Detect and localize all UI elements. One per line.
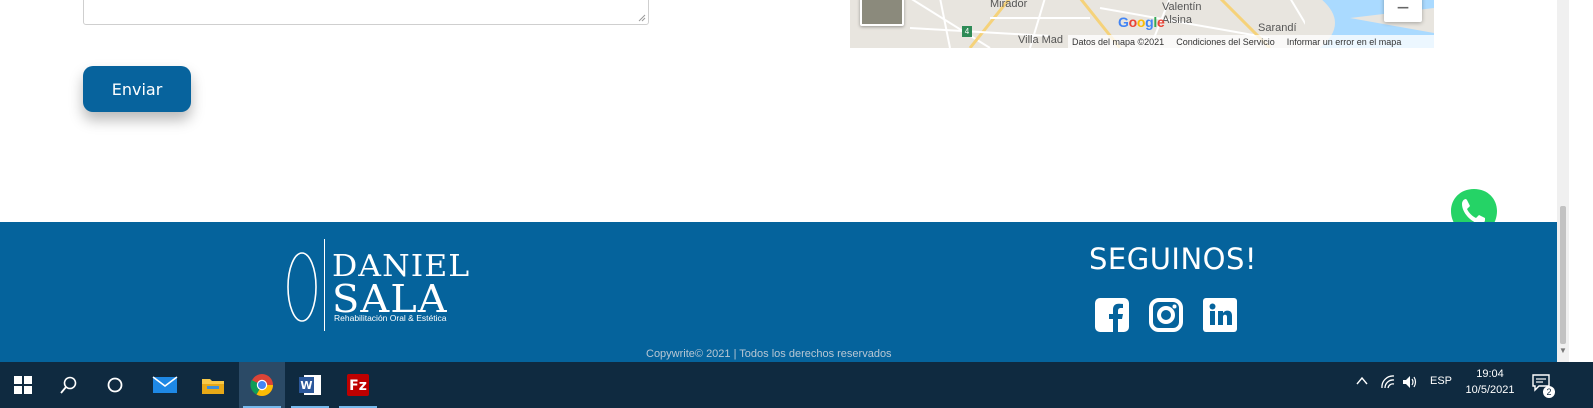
logo-subtitle: Rehabilitación Oral & Estética bbox=[334, 313, 447, 323]
clock-time: 19:04 bbox=[1476, 368, 1504, 380]
cortana-button[interactable] bbox=[92, 362, 138, 408]
route-badge: 4 bbox=[962, 26, 972, 37]
map-report-link[interactable]: Informar un error en el mapa bbox=[1287, 37, 1402, 47]
follow-us-title: SEGUINOS! bbox=[1089, 242, 1258, 276]
logo-emblem-icon bbox=[287, 252, 317, 322]
taskbar-file-explorer[interactable] bbox=[190, 362, 236, 408]
daniel-sala-logo[interactable]: DANIEL SALA Rehabilitación Oral & Estéti… bbox=[284, 239, 469, 334]
street-view-thumbnail[interactable] bbox=[860, 0, 904, 26]
chevron-up-icon[interactable] bbox=[1356, 376, 1368, 386]
taskbar-mail[interactable] bbox=[142, 362, 188, 408]
map-footer: Datos del mapa ©2021 Condiciones del Ser… bbox=[1068, 35, 1434, 48]
linkedin-icon[interactable] bbox=[1202, 297, 1238, 333]
google-map[interactable]: Mirador Valentín Alsina Sarandí Villa Ma… bbox=[850, 0, 1434, 48]
scrollbar-thumb[interactable] bbox=[1560, 206, 1566, 344]
system-clock[interactable]: 19:04 10/5/2021 bbox=[1460, 366, 1520, 398]
google-logo: Google bbox=[1118, 14, 1165, 30]
send-button[interactable]: Enviar bbox=[83, 66, 191, 112]
mail-icon bbox=[152, 376, 178, 393]
network-icon[interactable] bbox=[1380, 375, 1396, 389]
map-label-valentin: Valentín bbox=[1162, 1, 1202, 13]
input-language[interactable]: ESP bbox=[1430, 375, 1452, 387]
windows-icon bbox=[14, 376, 32, 394]
folder-icon bbox=[202, 379, 224, 394]
clock-date: 10/5/2021 bbox=[1465, 384, 1515, 396]
page-scrollbar[interactable]: ▼ bbox=[1557, 0, 1569, 362]
chrome-icon bbox=[250, 374, 273, 396]
windows-taskbar: W Fz ESP 19:04 10/5/2021 2 bbox=[0, 362, 1593, 408]
svg-text:W: W bbox=[300, 379, 312, 392]
search-button[interactable] bbox=[46, 362, 92, 408]
zoom-out-button[interactable]: − bbox=[1384, 0, 1422, 22]
copyright-text: Copywrite© 2021 | Todos los derechos res… bbox=[646, 348, 892, 360]
volume-icon[interactable] bbox=[1402, 375, 1418, 389]
map-terms-link[interactable]: Condiciones del Servicio bbox=[1176, 37, 1275, 47]
map-label-villa: Villa Mad bbox=[1018, 34, 1064, 46]
taskbar-word[interactable]: W bbox=[287, 362, 333, 408]
resize-grip-icon[interactable] bbox=[638, 14, 646, 22]
cortana-icon bbox=[107, 377, 123, 393]
logo-divider bbox=[324, 239, 325, 331]
map-data-text: Datos del mapa ©2021 bbox=[1072, 36, 1165, 47]
svg-text:Fz: Fz bbox=[349, 378, 367, 394]
notification-count-badge: 2 bbox=[1543, 386, 1555, 398]
search-icon bbox=[60, 376, 77, 394]
taskbar-filezilla[interactable]: Fz bbox=[335, 362, 381, 408]
start-button[interactable] bbox=[0, 362, 46, 408]
facebook-icon[interactable] bbox=[1094, 297, 1130, 333]
filezilla-icon: Fz bbox=[347, 374, 369, 396]
message-textarea[interactable] bbox=[83, 0, 649, 25]
taskbar-chrome[interactable] bbox=[239, 362, 285, 408]
map-label-mirador: Mirador bbox=[990, 0, 1028, 10]
site-footer: DANIEL SALA Rehabilitación Oral & Estéti… bbox=[0, 222, 1557, 362]
map-label-alsina: Alsina bbox=[1162, 14, 1192, 26]
instagram-icon[interactable] bbox=[1148, 297, 1184, 333]
word-icon: W bbox=[299, 375, 321, 395]
map-label-sarandi: Sarandí bbox=[1258, 22, 1297, 34]
scroll-down-arrow-icon[interactable]: ▼ bbox=[1559, 346, 1567, 355]
